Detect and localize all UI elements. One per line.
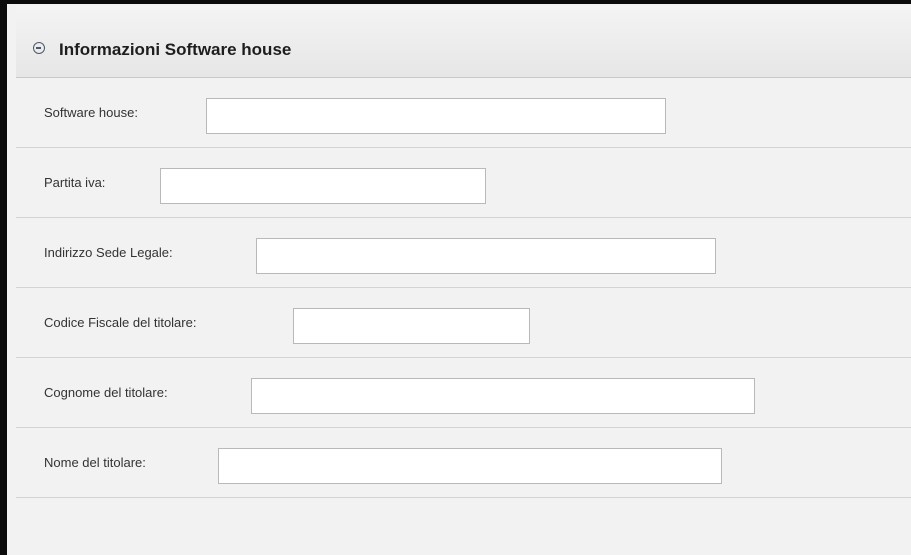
panel-body: Software house: Partita iva: Indirizzo S… <box>16 78 911 555</box>
form-row-partita-iva: Partita iva: <box>16 148 911 218</box>
collapse-minus-circle-icon[interactable] <box>33 42 45 54</box>
software-house-input[interactable] <box>206 98 666 134</box>
indirizzo-sede-legale-label: Indirizzo Sede Legale: <box>44 245 173 260</box>
codice-fiscale-input[interactable] <box>293 308 530 344</box>
partita-iva-input[interactable] <box>160 168 486 204</box>
nome-titolare-label: Nome del titolare: <box>44 455 146 470</box>
form-row-nome-titolare: Nome del titolare: <box>16 428 911 498</box>
form-row-indirizzo-sede-legale: Indirizzo Sede Legale: <box>16 218 911 288</box>
form-row-cognome-titolare: Cognome del titolare: <box>16 358 911 428</box>
panel-header[interactable]: Informazioni Software house <box>16 6 911 78</box>
codice-fiscale-label: Codice Fiscale del titolare: <box>44 315 197 330</box>
indirizzo-sede-legale-input[interactable] <box>256 238 716 274</box>
partita-iva-label: Partita iva: <box>44 175 106 190</box>
panel-title: Informazioni Software house <box>59 40 292 59</box>
form-row-software-house: Software house: <box>16 78 911 148</box>
nome-titolare-input[interactable] <box>218 448 722 484</box>
cognome-titolare-label: Cognome del titolare: <box>44 385 168 400</box>
cognome-titolare-input[interactable] <box>251 378 755 414</box>
form-row-codice-fiscale: Codice Fiscale del titolare: <box>16 288 911 358</box>
software-house-label: Software house: <box>44 105 138 120</box>
window-frame: Informazioni Software house Software hou… <box>0 0 911 555</box>
